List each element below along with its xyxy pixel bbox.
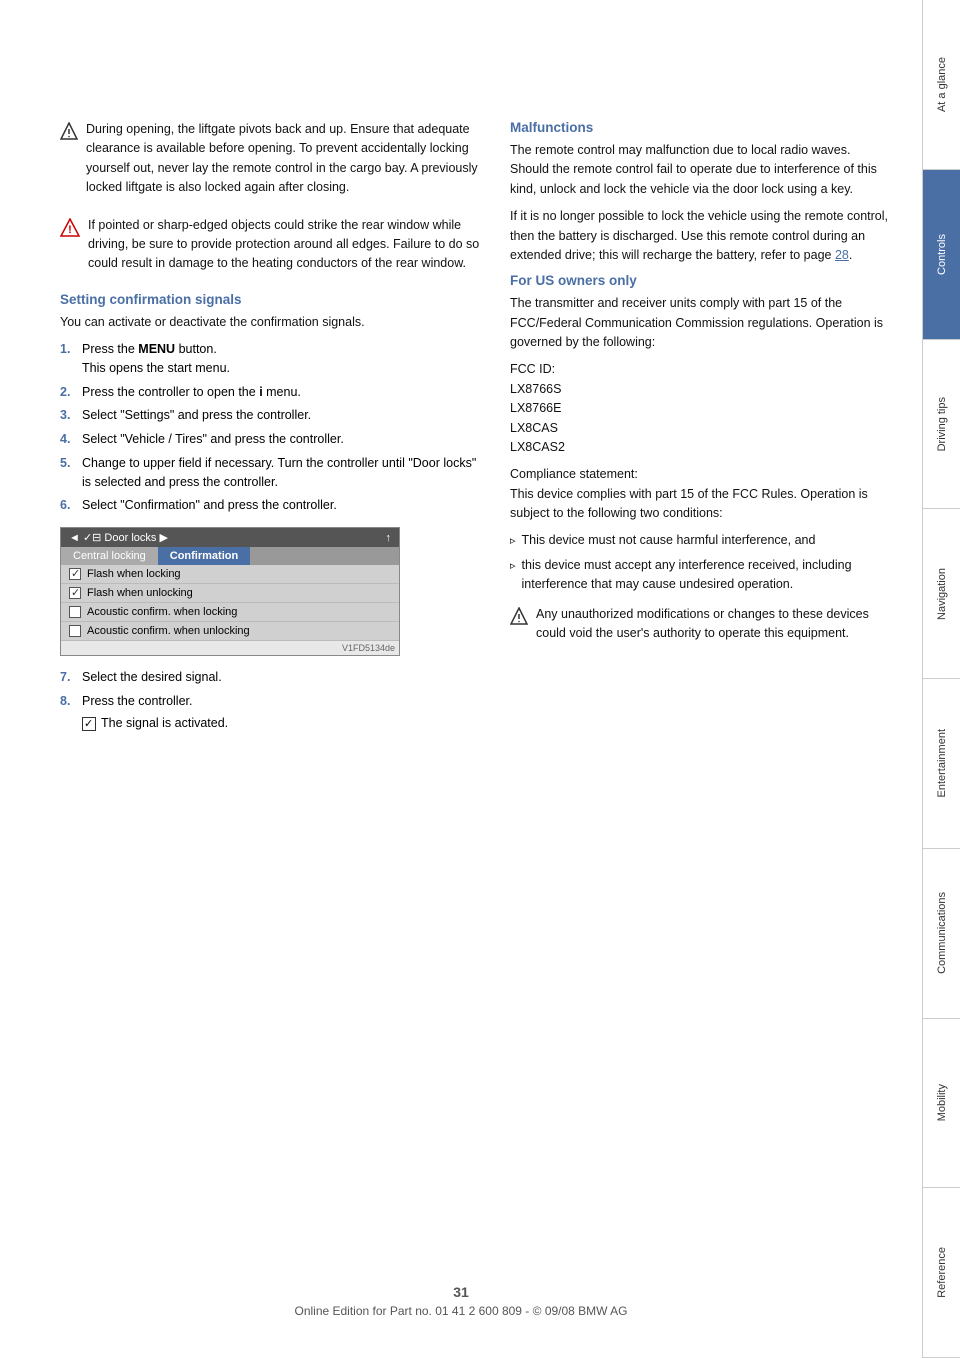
- step-4: 4. Select "Vehicle / Tires" and press th…: [60, 430, 480, 449]
- page-footer: 31 Online Edition for Part no. 01 41 2 6…: [0, 1284, 922, 1318]
- fcc-lx8766e: LX8766E: [510, 399, 890, 418]
- menu-tab-row: Central locking Confirmation: [61, 547, 399, 565]
- warning-triangle-icon: !: [60, 218, 80, 238]
- sidebar-label-navigation: Navigation: [936, 568, 948, 620]
- checkbox-acoustic-unlocking: [69, 625, 81, 637]
- sidebar-item-driving-tips[interactable]: Driving tips: [923, 340, 960, 510]
- sidebar-item-entertainment[interactable]: Entertainment: [923, 679, 960, 849]
- bullet-2-text: this device must accept any interference…: [522, 556, 890, 595]
- menu-top-right: ↑: [386, 532, 392, 544]
- sidebar-label-entertainment: Entertainment: [936, 729, 948, 797]
- steps-list: 1. Press the MENU button.This opens the …: [60, 340, 480, 515]
- fcc-lx8766s: LX8766S: [510, 380, 890, 399]
- step-7: 7. Select the desired signal.: [60, 668, 480, 687]
- sidebar-item-communications[interactable]: Communications: [923, 849, 960, 1019]
- tab-central-locking: Central locking: [61, 547, 158, 565]
- malfunctions-para2: If it is no longer possible to lock the …: [510, 207, 890, 265]
- menu-top-left: ◄ ✓⊟ Door locks ▶: [69, 531, 168, 544]
- note-unauthorized-text: Any unauthorized modifications or change…: [536, 605, 890, 644]
- left-column: During opening, the liftgate pivots back…: [60, 120, 480, 1298]
- checkbox-flash-unlocking: [69, 587, 81, 599]
- step-6: 6. Select "Confirmation" and press the c…: [60, 496, 480, 515]
- note-liftgate: During opening, the liftgate pivots back…: [60, 120, 480, 206]
- footer-text: Online Edition for Part no. 01 41 2 600 …: [0, 1304, 922, 1318]
- bullet-2: ▹ this device must accept any interferen…: [510, 556, 890, 595]
- for-us-owners-heading: For US owners only: [510, 273, 890, 288]
- section-intro: You can activate or deactivate the confi…: [60, 313, 480, 332]
- sidebar-item-navigation[interactable]: Navigation: [923, 509, 960, 679]
- page-link-28: 28: [835, 248, 849, 262]
- sidebar-label-controls: Controls: [936, 234, 948, 275]
- sidebar-item-mobility[interactable]: Mobility: [923, 1019, 960, 1189]
- triangle-icon: [60, 122, 78, 140]
- tab-confirmation: Confirmation: [158, 547, 250, 565]
- malfunctions-para1: The remote control may malfunction due t…: [510, 141, 890, 199]
- sidebar-item-at-a-glance[interactable]: At a glance: [923, 0, 960, 170]
- sidebar-label-driving-tips: Driving tips: [936, 397, 948, 451]
- step-8: 8. Press the controller. The signal is a…: [60, 692, 480, 733]
- menu-row-acoustic-locking: Acoustic confirm. when locking: [61, 603, 399, 622]
- warning-box: ! If pointed or sharp-edged objects coul…: [60, 216, 480, 282]
- menu-row-acoustic-unlocking: Acoustic confirm. when unlocking: [61, 622, 399, 641]
- step-3: 3. Select "Settings" and press the contr…: [60, 406, 480, 425]
- warning-text: If pointed or sharp-edged objects could …: [88, 216, 480, 274]
- menu-image-label: V1FD5134de: [61, 641, 399, 655]
- note-liftgate-text: During opening, the liftgate pivots back…: [86, 120, 480, 198]
- section-heading-confirmation: Setting confirmation signals: [60, 292, 480, 307]
- bullet-1-text: This device must not cause harmful inter…: [522, 531, 816, 550]
- fcc-info: FCC ID: LX8766S LX8766E LX8CAS LX8CAS2: [510, 360, 890, 457]
- triangle-icon-2: [510, 607, 528, 625]
- page-number: 31: [0, 1284, 922, 1300]
- steps-list-2: 7. Select the desired signal. 8. Press t…: [60, 668, 480, 732]
- menu-row-flash-unlocking: Flash when unlocking: [61, 584, 399, 603]
- malfunctions-heading: Malfunctions: [510, 120, 890, 135]
- sidebar-label-reference: Reference: [936, 1247, 948, 1298]
- sidebar-label-communications: Communications: [936, 892, 948, 974]
- sidebar-item-reference[interactable]: Reference: [923, 1188, 960, 1358]
- activated-check-icon: [82, 717, 96, 731]
- menu-row-flash-locking: Flash when locking: [61, 565, 399, 584]
- note-unauthorized: Any unauthorized modifications or change…: [510, 605, 890, 652]
- fcc-id-line: FCC ID:: [510, 360, 890, 379]
- fcc-lx8cas: LX8CAS: [510, 419, 890, 438]
- checkbox-flash-locking: [69, 568, 81, 580]
- compliance-statement: Compliance statement:This device complie…: [510, 465, 890, 523]
- sidebar-item-controls[interactable]: Controls: [923, 170, 960, 340]
- sidebar: At a glance Controls Driving tips Naviga…: [922, 0, 960, 1358]
- step-5: 5. Change to upper field if necessary. T…: [60, 454, 480, 492]
- sidebar-label-at-a-glance: At a glance: [936, 57, 948, 112]
- main-content: During opening, the liftgate pivots back…: [0, 0, 922, 1358]
- right-column: Malfunctions The remote control may malf…: [510, 120, 890, 1298]
- menu-screenshot: ◄ ✓⊟ Door locks ▶ ↑ Central locking Conf…: [60, 527, 400, 656]
- step-2: 2. Press the controller to open the i me…: [60, 383, 480, 402]
- for-us-owners-para1: The transmitter and receiver units compl…: [510, 294, 890, 352]
- svg-text:!: !: [68, 224, 72, 236]
- checkbox-acoustic-locking: [69, 606, 81, 618]
- bullet-arrow-2: ▹: [510, 558, 516, 595]
- page-container: During opening, the liftgate pivots back…: [0, 0, 960, 1358]
- bullet-arrow-1: ▹: [510, 533, 516, 550]
- fcc-lx8cas2: LX8CAS2: [510, 438, 890, 457]
- step-1: 1. Press the MENU button.This opens the …: [60, 340, 480, 378]
- menu-top-bar: ◄ ✓⊟ Door locks ▶ ↑: [61, 528, 399, 547]
- bullet-1: ▹ This device must not cause harmful int…: [510, 531, 890, 550]
- sidebar-label-mobility: Mobility: [936, 1084, 948, 1121]
